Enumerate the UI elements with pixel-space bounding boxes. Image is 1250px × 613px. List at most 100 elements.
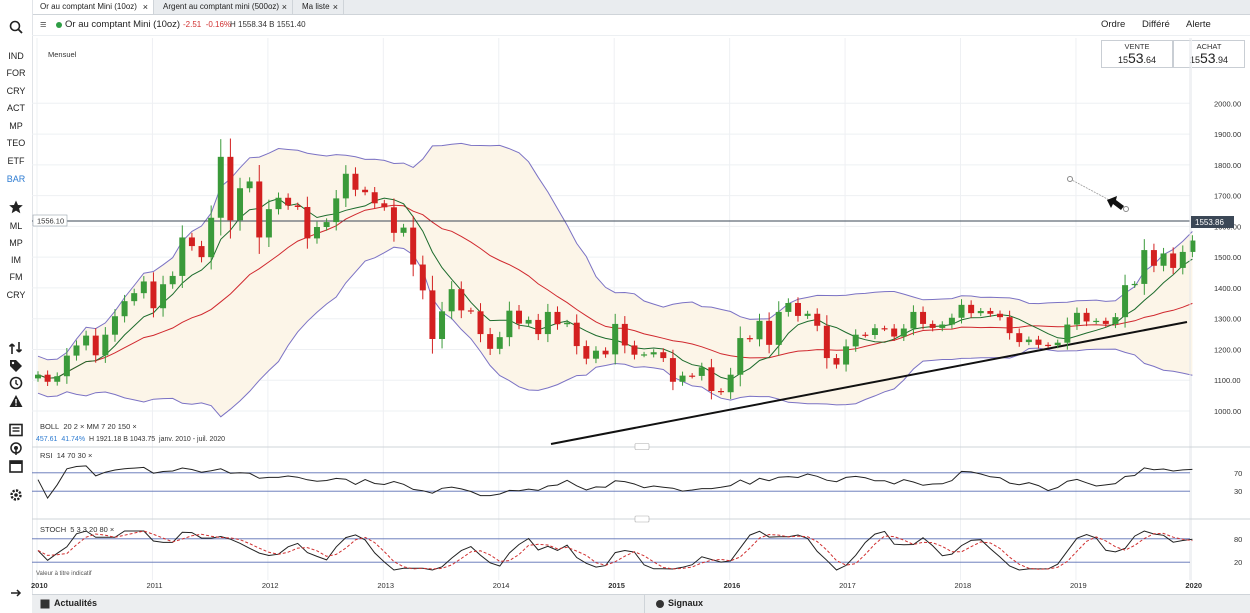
boll-legend[interactable]: BOLL 20 2 × MM 7 20 150 × xyxy=(40,422,137,431)
candle-body xyxy=(621,323,628,346)
stochastic-pane: 80 20 xyxy=(32,530,1242,571)
x-tick-label: 2012 xyxy=(262,581,279,590)
time-axis: 2010 2011 2012 2013 2014 2015 2016 2017 2018 2019… xyxy=(31,581,1202,590)
candle-body xyxy=(131,293,138,302)
stoch-legend[interactable]: STOCH 5 3 3 20 80 × xyxy=(40,525,114,534)
bollinger-band-fill xyxy=(38,143,1193,417)
candle-body xyxy=(814,313,821,326)
pane-resize-handle[interactable] xyxy=(634,443,650,450)
signals-icon xyxy=(656,600,664,608)
rsi-legend[interactable]: RSI 14 70 30 × xyxy=(40,451,92,460)
indicative-value-note: Valeur à titre indicatif xyxy=(36,571,92,577)
pane-resize-handle[interactable] xyxy=(634,515,650,523)
rsi-line xyxy=(37,465,1193,500)
price-chart[interactable]: 1000.00 1100.00 1200.00 1300.00 1400.00 1500.… xyxy=(0,0,1250,612)
candle-body xyxy=(987,310,994,314)
candle-body xyxy=(333,198,340,223)
candle-body xyxy=(804,313,811,316)
x-tick-label: 2010 xyxy=(31,581,48,590)
candle-body xyxy=(1016,333,1023,343)
signals-tab[interactable]: Signaux xyxy=(668,598,703,608)
bottom-bar: Actualités Signaux xyxy=(32,594,1250,613)
candle-body xyxy=(1083,312,1090,322)
candle-body xyxy=(554,311,561,325)
candle-body xyxy=(939,324,946,328)
y-tick-label: 1500.00 xyxy=(1214,253,1241,262)
y-tick-label: 2000.00 xyxy=(1214,99,1241,108)
rsi-pane: 70 30 xyxy=(32,465,1242,500)
news-tab[interactable]: Actualités xyxy=(54,598,97,608)
candle-body xyxy=(323,222,330,227)
candle-body xyxy=(708,367,715,391)
annotation-handle-start[interactable] xyxy=(1067,176,1073,182)
price-axis: 1000.00 1100.00 1200.00 1300.00 1400.00 1500.… xyxy=(1214,99,1241,416)
rsi-level-label: 30 xyxy=(1234,487,1242,496)
candle-body xyxy=(573,322,580,347)
candle-body xyxy=(592,350,599,359)
candle-body xyxy=(83,335,90,346)
candle-body xyxy=(390,207,397,233)
candle-body xyxy=(516,310,522,324)
candle-body xyxy=(977,310,984,314)
candle-body xyxy=(737,338,744,375)
candle-body xyxy=(381,203,388,208)
candle-body xyxy=(891,328,898,337)
candle-body xyxy=(794,302,801,316)
x-tick-label: 2016 xyxy=(724,581,741,590)
candle-body xyxy=(862,334,869,336)
candle-body xyxy=(362,189,369,193)
candle-body xyxy=(198,246,205,258)
candle-body xyxy=(1073,312,1080,325)
candle-body xyxy=(679,375,686,382)
x-tick-label: 2011 xyxy=(146,581,162,590)
candle-body xyxy=(448,289,455,312)
candle-body xyxy=(1006,317,1013,334)
candle-body xyxy=(1141,250,1148,284)
candle-body xyxy=(54,376,61,382)
candle-body xyxy=(285,197,292,206)
candle-body xyxy=(237,188,244,221)
candle-body xyxy=(823,325,830,359)
candle-body xyxy=(852,334,859,347)
candle-body xyxy=(1112,317,1119,324)
candle-body xyxy=(948,317,955,325)
candle-body xyxy=(111,316,118,335)
candle-body xyxy=(342,173,349,199)
candle-body xyxy=(785,302,792,312)
candle-body xyxy=(313,226,320,239)
candle-body xyxy=(506,310,513,338)
stoch-d-line xyxy=(37,530,1193,570)
candle-body xyxy=(140,281,147,294)
candle-body xyxy=(775,311,782,345)
candle-body xyxy=(1102,320,1109,324)
candle-body xyxy=(496,337,503,349)
candle-body xyxy=(410,227,417,265)
candle-body xyxy=(400,227,407,233)
x-tick-label: 2015 xyxy=(608,581,625,590)
candle-body xyxy=(641,354,648,356)
y-tick-label: 1700.00 xyxy=(1214,192,1241,201)
candle-body xyxy=(1131,283,1138,286)
candle-body xyxy=(44,374,51,382)
candle-body xyxy=(160,284,167,309)
candle-body xyxy=(1035,339,1042,345)
candle-body xyxy=(1025,339,1032,343)
candle-body xyxy=(718,390,725,393)
candle-body xyxy=(1093,320,1100,323)
candle-body xyxy=(746,338,753,340)
candle-body xyxy=(1160,253,1167,266)
candle-body xyxy=(304,206,311,239)
candle-body xyxy=(188,237,195,247)
candle-body xyxy=(535,319,542,335)
stats-line: 457.61 41.74% H 1921.18 B 1043.75 janv. … xyxy=(36,436,226,443)
candle-body xyxy=(371,192,378,204)
candle-body xyxy=(660,352,667,359)
candle-body xyxy=(929,323,936,328)
x-tick-label: 2014 xyxy=(493,581,510,590)
candle-body xyxy=(631,345,638,355)
y-tick-label: 1100.00 xyxy=(1214,376,1241,385)
candle-body xyxy=(217,156,224,218)
annotation-handle-end[interactable] xyxy=(1123,206,1129,212)
candle-body xyxy=(487,334,494,349)
candle-body xyxy=(352,173,359,190)
